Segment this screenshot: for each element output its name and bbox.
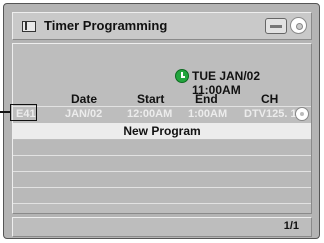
table-row[interactable]: E41 JAN/02 12:00AM 1:00AM DTV125. 1 bbox=[13, 107, 311, 122]
status-bar: 1/1 bbox=[12, 217, 312, 237]
page-indicator: 1/1 bbox=[283, 220, 299, 232]
header-date: Date bbox=[71, 92, 98, 106]
program-start: 12:00AM bbox=[127, 108, 173, 120]
table-header: Date Start End CH bbox=[13, 92, 311, 106]
list-item[interactable] bbox=[13, 188, 311, 203]
header-ch: CH bbox=[261, 92, 279, 106]
mode-callout-box bbox=[10, 104, 37, 121]
disc-icon bbox=[290, 17, 307, 34]
window-icon bbox=[22, 21, 36, 32]
header-start: Start bbox=[137, 92, 165, 106]
disc-icon bbox=[295, 107, 309, 121]
new-program-button[interactable]: New Program bbox=[13, 123, 311, 139]
list-item[interactable] bbox=[13, 140, 311, 155]
program-end: 1:00AM bbox=[188, 108, 228, 120]
program-panel: TUE JAN/02 11:00AM Date Start End CH E41… bbox=[12, 43, 312, 214]
list-item[interactable] bbox=[13, 172, 311, 187]
window-title: Timer Programming bbox=[44, 18, 168, 33]
header-end: End bbox=[195, 92, 218, 106]
program-channel: DTV125. 1 bbox=[244, 108, 297, 120]
list-item[interactable] bbox=[13, 156, 311, 171]
timer-programming-screen: Timer Programming TUE JAN/02 11:00AM Dat… bbox=[3, 3, 320, 239]
clock-icon bbox=[175, 69, 189, 83]
callout-line bbox=[0, 111, 10, 113]
row-separator bbox=[13, 203, 311, 204]
program-date: JAN/02 bbox=[65, 108, 103, 120]
title-bar: Timer Programming bbox=[12, 12, 312, 40]
media-card-icon bbox=[265, 18, 287, 34]
